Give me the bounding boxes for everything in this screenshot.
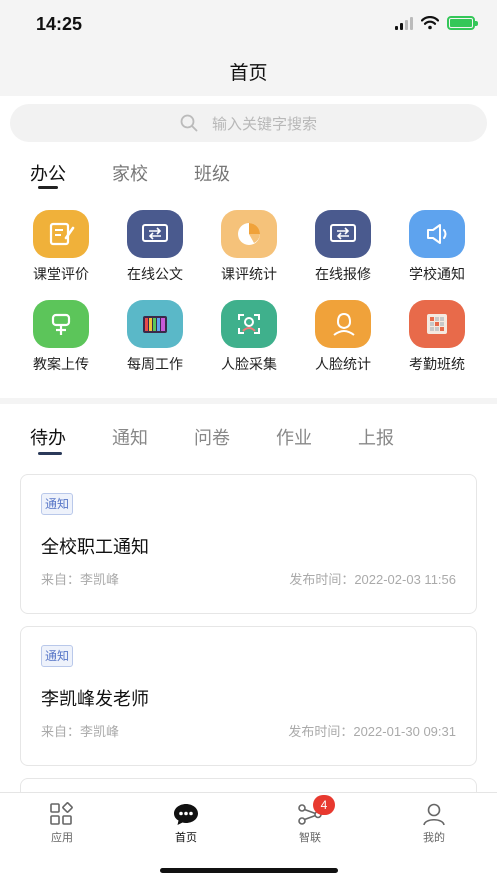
tab-class[interactable]: 班级 <box>194 160 230 188</box>
app-label: 在线报修 <box>315 266 371 282</box>
app-classroom-evaluation[interactable]: 课堂评价 <box>14 210 108 284</box>
upload-plan-icon <box>33 300 89 348</box>
app-label: 每周工作 <box>127 356 183 372</box>
app-grid: 课堂评价 在线公文 课评统计 在线报修 学校通知 教案上传 每周工作 人脸采集 … <box>14 210 484 374</box>
face-profile-icon <box>315 300 371 348</box>
app-label: 学校通知 <box>409 266 465 282</box>
app-face-capture[interactable]: 人脸采集 <box>202 300 296 374</box>
tv-schedule-icon <box>127 300 183 348</box>
page-title: 首页 <box>229 63 268 84</box>
tab-smart-link[interactable]: 4 智联 <box>270 795 350 845</box>
todo-tabs: 待办 通知 问卷 作业 上报 <box>30 424 394 455</box>
person-icon <box>421 801 447 827</box>
search-icon <box>180 114 198 132</box>
app-label: 人脸采集 <box>221 356 277 372</box>
tab-label: 智联 <box>299 832 321 844</box>
tab-apps[interactable]: 应用 <box>22 801 102 845</box>
tab-homework[interactable]: 作业 <box>276 424 312 454</box>
app-label: 在线公文 <box>127 266 183 282</box>
apps-grid-icon <box>49 801 75 827</box>
home-indicator[interactable] <box>160 868 338 873</box>
card-publish-time: 发布时间：2022-02-03 11:56 <box>289 572 456 587</box>
card-sender: 来自：李凯峰 <box>41 724 120 739</box>
share-network-icon: 4 <box>297 795 335 827</box>
battery-icon <box>447 16 478 30</box>
app-face-stats[interactable]: 人脸统计 <box>296 300 390 374</box>
app-online-documents[interactable]: 在线公文 <box>108 210 202 284</box>
app-attendance[interactable]: 考勤班统 <box>390 300 484 374</box>
tab-todo[interactable]: 待办 <box>30 424 66 455</box>
tab-mine[interactable]: 我的 <box>394 801 474 845</box>
app-school-notice[interactable]: 学校通知 <box>390 210 484 284</box>
cellular-signal-icon <box>395 16 413 30</box>
face-scan-icon <box>221 300 277 348</box>
tab-label: 我的 <box>423 832 445 844</box>
notice-card-partial[interactable] <box>20 778 477 792</box>
app-label: 教案上传 <box>33 356 89 372</box>
card-sender: 来自：李凯峰 <box>41 572 120 587</box>
search-placeholder: 输入关键字搜索 <box>211 115 317 133</box>
notice-card[interactable]: 通知 李凯峰发老师 来自：李凯峰 发布时间：2022-01-30 09:31 <box>20 626 477 766</box>
tab-label: 首页 <box>175 832 197 844</box>
repair-transfer-icon <box>315 210 371 258</box>
status-bar: 14:25 <box>0 0 497 48</box>
status-time: 14:25 <box>36 14 83 34</box>
app-weekly-work[interactable]: 每周工作 <box>108 300 202 374</box>
status-icons <box>395 16 478 30</box>
app-online-repair[interactable]: 在线报修 <box>296 210 390 284</box>
app-label: 人脸统计 <box>315 356 371 372</box>
notice-tag: 通知 <box>41 493 74 515</box>
todo-panel: 待办 通知 问卷 作业 上报 通知 全校职工通知 来自：李凯峰 发布时间：202… <box>0 404 497 792</box>
app-evaluation-stats[interactable]: 课评统计 <box>202 210 296 284</box>
tab-notice[interactable]: 通知 <box>112 424 148 454</box>
app-label: 考勤班统 <box>409 356 465 372</box>
edit-note-icon <box>33 210 89 258</box>
tab-report[interactable]: 上报 <box>358 424 394 454</box>
tab-home-school[interactable]: 家校 <box>112 160 148 188</box>
tab-office[interactable]: 办公 <box>30 160 66 189</box>
card-title: 李凯峰发老师 <box>41 689 149 709</box>
search-bar[interactable]: 输入关键字搜索 <box>10 104 487 142</box>
card-publish-time: 发布时间：2022-01-30 09:31 <box>288 724 456 739</box>
notification-badge: 4 <box>313 795 335 815</box>
tab-survey[interactable]: 问卷 <box>194 424 230 454</box>
app-label: 课堂评价 <box>33 266 89 282</box>
notice-tag: 通知 <box>41 645 74 667</box>
chat-bubble-icon <box>172 801 200 827</box>
wifi-icon <box>421 16 439 30</box>
pie-chart-icon <box>221 210 277 258</box>
notice-card[interactable]: 通知 全校职工通知 来自：李凯峰 发布时间：2022-02-03 11:56 <box>20 474 477 614</box>
document-transfer-icon <box>127 210 183 258</box>
category-tabs: 办公 家校 班级 <box>30 160 230 189</box>
speaker-icon <box>409 210 465 258</box>
attendance-grid-icon <box>409 300 465 348</box>
tab-label: 应用 <box>51 832 73 844</box>
tab-home[interactable]: 首页 <box>146 801 226 845</box>
card-title: 全校职工通知 <box>41 537 149 557</box>
app-label: 课评统计 <box>221 266 277 282</box>
app-lesson-plan-upload[interactable]: 教案上传 <box>14 300 108 374</box>
